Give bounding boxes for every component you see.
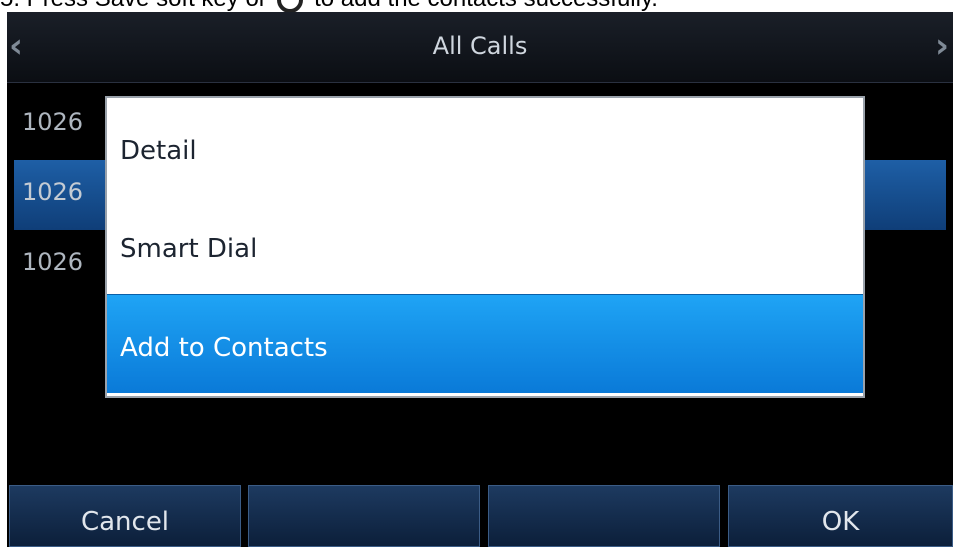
softkey-bar: Cancel OK [7, 485, 953, 547]
call-number: 1026 [22, 108, 84, 136]
call-number: 1026 [22, 178, 84, 206]
menu-item-label: Add to Contacts [120, 333, 328, 363]
call-number: 1026 [22, 248, 84, 276]
menu-item-detail[interactable]: Detail [107, 98, 863, 196]
menu-item-label: Detail [120, 136, 197, 166]
caption-text-before: 5. Press Save soft key or [0, 0, 267, 12]
ok-key-circle-icon [277, 0, 304, 13]
chevron-right-icon[interactable]: › [935, 26, 949, 66]
menu-item-label: Smart Dial [120, 234, 258, 264]
softkey-2[interactable] [248, 485, 480, 547]
caption-text-after: to add the contacts successfully. [314, 0, 658, 12]
page-title: All Calls [432, 32, 528, 60]
cancel-softkey[interactable]: Cancel [9, 485, 241, 547]
ok-softkey[interactable]: OK [728, 485, 953, 547]
options-menu: Detail Smart Dial Add to Contacts [105, 96, 865, 398]
menu-item-smart-dial[interactable]: Smart Dial [107, 196, 863, 294]
title-bar: ‹ All Calls › [7, 12, 953, 83]
menu-item-add-to-contacts[interactable]: Add to Contacts [107, 294, 863, 393]
phone-screen: ‹ All Calls › 1026 1026 1026 Detail Smar… [7, 12, 953, 547]
instruction-caption: 5. Press Save soft key or to add the con… [0, 0, 953, 13]
softkey-3[interactable] [488, 485, 720, 547]
